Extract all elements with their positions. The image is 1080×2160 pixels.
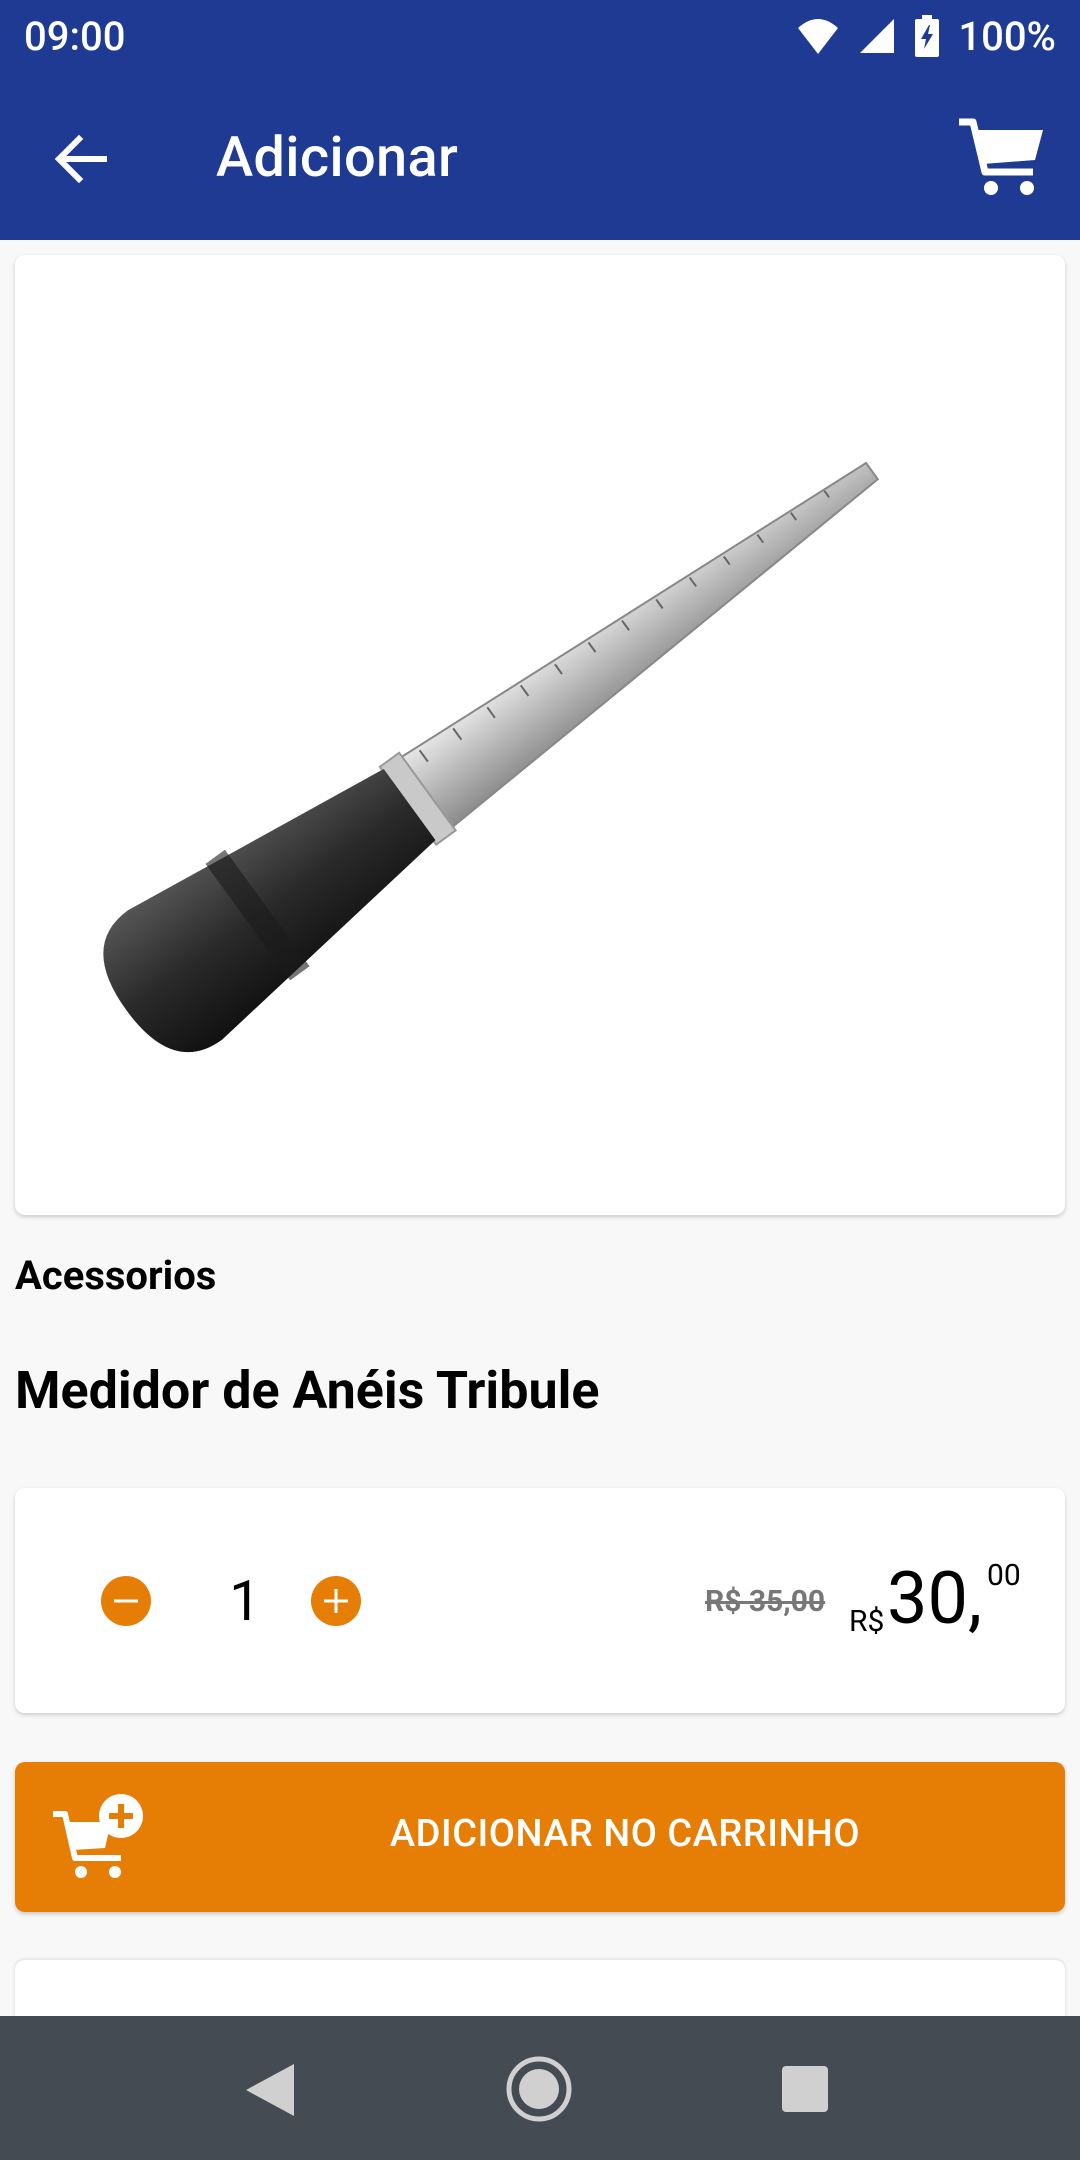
- signal-icon: [860, 19, 895, 53]
- minus-circle-icon[interactable]: [101, 1576, 151, 1626]
- price-currency: R$: [849, 1604, 885, 1639]
- price-integer: 30,: [887, 1556, 983, 1641]
- old-price: R$ 35,00: [705, 1584, 826, 1619]
- price-cents: 00: [987, 1558, 1021, 1593]
- plus-circle-icon[interactable]: [311, 1576, 361, 1626]
- app-bar: Adicionar: [0, 72, 1080, 240]
- nav-recents-icon[interactable]: [782, 2066, 828, 2112]
- add-to-cart-button[interactable]: ADICIONAR NO CARRINHO: [15, 1762, 1065, 1912]
- cart-icon: [959, 118, 1043, 195]
- quantity-price-card: 1 R$ 35,00 R$ 30, 00: [15, 1488, 1065, 1713]
- product-image-card: [15, 255, 1065, 1215]
- wifi-icon: [798, 19, 839, 54]
- back-button[interactable]: [44, 122, 118, 196]
- arrow-left-icon: [55, 135, 107, 183]
- battery-charging-icon: [915, 15, 940, 57]
- cart-button[interactable]: [954, 110, 1050, 206]
- status-time: 09:00: [24, 12, 126, 60]
- battery-percent: 100%: [958, 12, 1056, 60]
- nav-home-icon[interactable]: [506, 2056, 572, 2122]
- quantity-value: 1: [229, 1568, 261, 1634]
- add-to-cart-label: ADICIONAR NO CARRINHO: [389, 1812, 861, 1856]
- product-image: [103, 461, 880, 1053]
- product-category: Acessorios: [15, 1252, 217, 1299]
- status-bar: 09:00 100%: [0, 0, 1080, 72]
- product-name: Medidor de Anéis Tribule: [15, 1360, 600, 1421]
- page-title: Adicionar: [216, 124, 459, 190]
- system-nav-bar: [0, 2016, 1080, 2160]
- status-icons: 100%: [796, 13, 1056, 60]
- nav-back-icon[interactable]: [244, 2062, 296, 2118]
